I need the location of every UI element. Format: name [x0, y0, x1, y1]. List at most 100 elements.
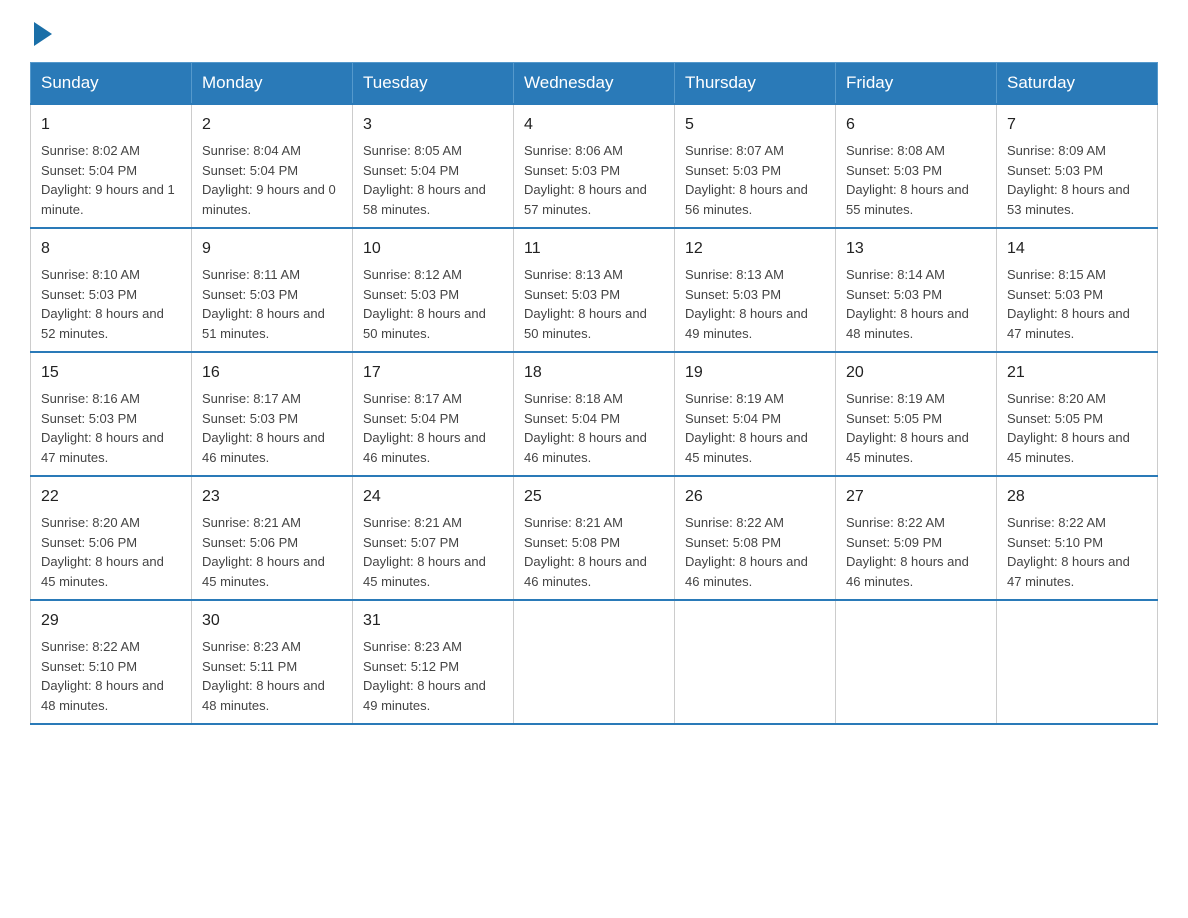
- calendar-cell: [675, 600, 836, 724]
- day-daylight: Daylight: 8 hours and 45 minutes.: [1007, 428, 1147, 467]
- calendar-cell: 3 Sunrise: 8:05 AM Sunset: 5:04 PM Dayli…: [353, 104, 514, 228]
- day-sunrise: Sunrise: 8:17 AM: [363, 389, 503, 409]
- day-number: 27: [846, 485, 986, 509]
- day-sunrise: Sunrise: 8:13 AM: [524, 265, 664, 285]
- calendar-cell: 19 Sunrise: 8:19 AM Sunset: 5:04 PM Dayl…: [675, 352, 836, 476]
- calendar-cell: 25 Sunrise: 8:21 AM Sunset: 5:08 PM Dayl…: [514, 476, 675, 600]
- day-sunrise: Sunrise: 8:14 AM: [846, 265, 986, 285]
- day-sunrise: Sunrise: 8:05 AM: [363, 141, 503, 161]
- day-sunset: Sunset: 5:03 PM: [685, 285, 825, 305]
- day-daylight: Daylight: 8 hours and 55 minutes.: [846, 180, 986, 219]
- calendar-cell: 6 Sunrise: 8:08 AM Sunset: 5:03 PM Dayli…: [836, 104, 997, 228]
- day-sunset: Sunset: 5:08 PM: [685, 533, 825, 553]
- day-number: 28: [1007, 485, 1147, 509]
- day-sunset: Sunset: 5:03 PM: [846, 285, 986, 305]
- calendar-header-row: SundayMondayTuesdayWednesdayThursdayFrid…: [31, 63, 1158, 105]
- day-header-saturday: Saturday: [997, 63, 1158, 105]
- calendar-cell: 30 Sunrise: 8:23 AM Sunset: 5:11 PM Dayl…: [192, 600, 353, 724]
- day-number: 30: [202, 609, 342, 633]
- day-sunset: Sunset: 5:06 PM: [202, 533, 342, 553]
- week-row-4: 22 Sunrise: 8:20 AM Sunset: 5:06 PM Dayl…: [31, 476, 1158, 600]
- day-sunset: Sunset: 5:03 PM: [524, 161, 664, 181]
- day-sunset: Sunset: 5:04 PM: [685, 409, 825, 429]
- day-header-wednesday: Wednesday: [514, 63, 675, 105]
- day-daylight: Daylight: 8 hours and 46 minutes.: [685, 552, 825, 591]
- calendar-cell: 13 Sunrise: 8:14 AM Sunset: 5:03 PM Dayl…: [836, 228, 997, 352]
- calendar-cell: 10 Sunrise: 8:12 AM Sunset: 5:03 PM Dayl…: [353, 228, 514, 352]
- day-daylight: Daylight: 8 hours and 48 minutes.: [846, 304, 986, 343]
- day-header-thursday: Thursday: [675, 63, 836, 105]
- day-number: 16: [202, 361, 342, 385]
- day-daylight: Daylight: 8 hours and 45 minutes.: [202, 552, 342, 591]
- day-daylight: Daylight: 8 hours and 47 minutes.: [1007, 552, 1147, 591]
- calendar-cell: 24 Sunrise: 8:21 AM Sunset: 5:07 PM Dayl…: [353, 476, 514, 600]
- day-daylight: Daylight: 8 hours and 53 minutes.: [1007, 180, 1147, 219]
- day-sunset: Sunset: 5:03 PM: [202, 285, 342, 305]
- day-sunrise: Sunrise: 8:09 AM: [1007, 141, 1147, 161]
- calendar-cell: 16 Sunrise: 8:17 AM Sunset: 5:03 PM Dayl…: [192, 352, 353, 476]
- day-daylight: Daylight: 8 hours and 45 minutes.: [846, 428, 986, 467]
- day-sunrise: Sunrise: 8:22 AM: [685, 513, 825, 533]
- day-daylight: Daylight: 8 hours and 47 minutes.: [1007, 304, 1147, 343]
- day-daylight: Daylight: 8 hours and 52 minutes.: [41, 304, 181, 343]
- day-sunrise: Sunrise: 8:18 AM: [524, 389, 664, 409]
- day-sunrise: Sunrise: 8:21 AM: [202, 513, 342, 533]
- day-sunrise: Sunrise: 8:12 AM: [363, 265, 503, 285]
- day-daylight: Daylight: 8 hours and 57 minutes.: [524, 180, 664, 219]
- day-sunrise: Sunrise: 8:10 AM: [41, 265, 181, 285]
- day-sunset: Sunset: 5:04 PM: [363, 409, 503, 429]
- day-daylight: Daylight: 8 hours and 46 minutes.: [202, 428, 342, 467]
- day-header-tuesday: Tuesday: [353, 63, 514, 105]
- day-sunset: Sunset: 5:03 PM: [41, 285, 181, 305]
- day-sunset: Sunset: 5:10 PM: [1007, 533, 1147, 553]
- calendar-cell: 5 Sunrise: 8:07 AM Sunset: 5:03 PM Dayli…: [675, 104, 836, 228]
- day-sunrise: Sunrise: 8:13 AM: [685, 265, 825, 285]
- day-sunrise: Sunrise: 8:22 AM: [846, 513, 986, 533]
- day-sunrise: Sunrise: 8:07 AM: [685, 141, 825, 161]
- day-sunset: Sunset: 5:07 PM: [363, 533, 503, 553]
- calendar-cell: 22 Sunrise: 8:20 AM Sunset: 5:06 PM Dayl…: [31, 476, 192, 600]
- day-sunrise: Sunrise: 8:16 AM: [41, 389, 181, 409]
- day-number: 12: [685, 237, 825, 261]
- day-daylight: Daylight: 9 hours and 1 minute.: [41, 180, 181, 219]
- day-sunrise: Sunrise: 8:17 AM: [202, 389, 342, 409]
- day-number: 3: [363, 113, 503, 137]
- calendar-cell: 18 Sunrise: 8:18 AM Sunset: 5:04 PM Dayl…: [514, 352, 675, 476]
- day-number: 5: [685, 113, 825, 137]
- calendar-cell: 31 Sunrise: 8:23 AM Sunset: 5:12 PM Dayl…: [353, 600, 514, 724]
- day-sunrise: Sunrise: 8:06 AM: [524, 141, 664, 161]
- day-sunrise: Sunrise: 8:21 AM: [524, 513, 664, 533]
- day-number: 2: [202, 113, 342, 137]
- day-daylight: Daylight: 8 hours and 58 minutes.: [363, 180, 503, 219]
- day-header-sunday: Sunday: [31, 63, 192, 105]
- day-number: 24: [363, 485, 503, 509]
- day-number: 15: [41, 361, 181, 385]
- day-sunset: Sunset: 5:03 PM: [685, 161, 825, 181]
- day-daylight: Daylight: 8 hours and 51 minutes.: [202, 304, 342, 343]
- calendar-cell: 29 Sunrise: 8:22 AM Sunset: 5:10 PM Dayl…: [31, 600, 192, 724]
- day-number: 1: [41, 113, 181, 137]
- day-sunset: Sunset: 5:04 PM: [363, 161, 503, 181]
- day-sunrise: Sunrise: 8:15 AM: [1007, 265, 1147, 285]
- day-sunset: Sunset: 5:03 PM: [41, 409, 181, 429]
- calendar-cell: [836, 600, 997, 724]
- day-sunrise: Sunrise: 8:22 AM: [1007, 513, 1147, 533]
- calendar-cell: [997, 600, 1158, 724]
- day-number: 10: [363, 237, 503, 261]
- day-sunset: Sunset: 5:03 PM: [846, 161, 986, 181]
- day-daylight: Daylight: 8 hours and 45 minutes.: [41, 552, 181, 591]
- week-row-5: 29 Sunrise: 8:22 AM Sunset: 5:10 PM Dayl…: [31, 600, 1158, 724]
- calendar-cell: 14 Sunrise: 8:15 AM Sunset: 5:03 PM Dayl…: [997, 228, 1158, 352]
- calendar-cell: 23 Sunrise: 8:21 AM Sunset: 5:06 PM Dayl…: [192, 476, 353, 600]
- day-sunrise: Sunrise: 8:04 AM: [202, 141, 342, 161]
- calendar-cell: 2 Sunrise: 8:04 AM Sunset: 5:04 PM Dayli…: [192, 104, 353, 228]
- calendar-cell: 8 Sunrise: 8:10 AM Sunset: 5:03 PM Dayli…: [31, 228, 192, 352]
- day-sunset: Sunset: 5:08 PM: [524, 533, 664, 553]
- day-daylight: Daylight: 8 hours and 48 minutes.: [41, 676, 181, 715]
- day-daylight: Daylight: 8 hours and 46 minutes.: [524, 552, 664, 591]
- day-number: 14: [1007, 237, 1147, 261]
- day-sunrise: Sunrise: 8:23 AM: [202, 637, 342, 657]
- day-number: 6: [846, 113, 986, 137]
- day-daylight: Daylight: 8 hours and 47 minutes.: [41, 428, 181, 467]
- day-sunset: Sunset: 5:03 PM: [202, 409, 342, 429]
